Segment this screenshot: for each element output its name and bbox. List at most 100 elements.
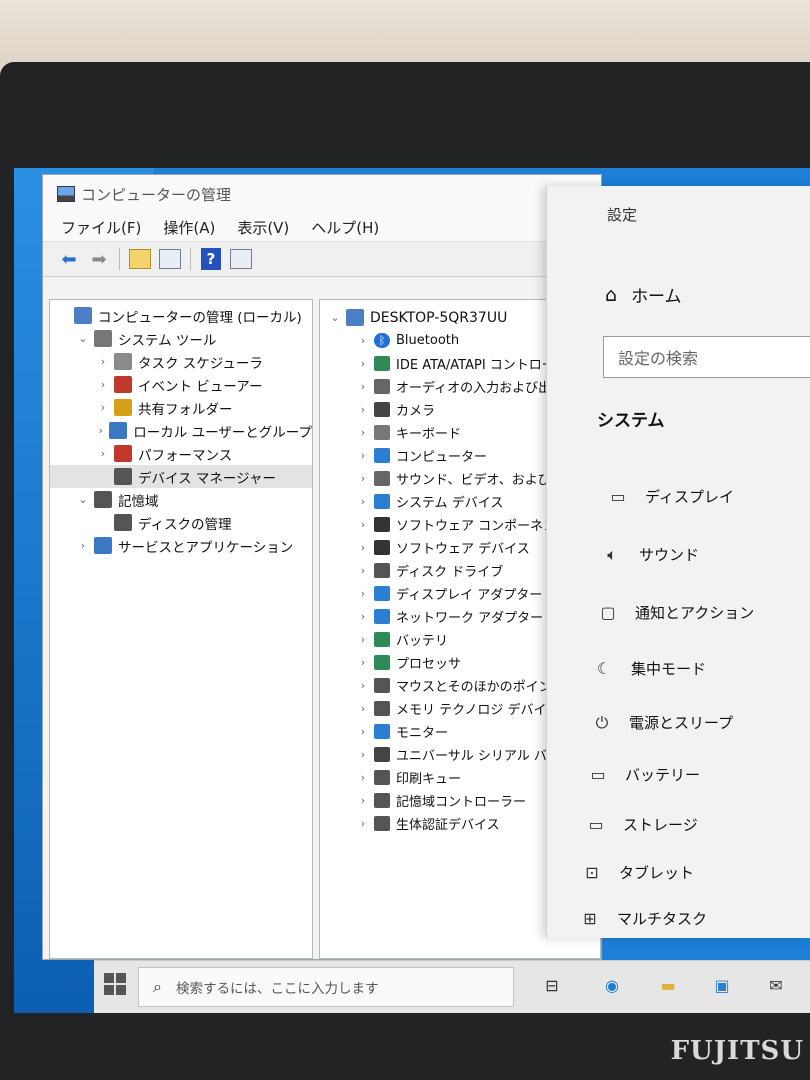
chevron-down-icon[interactable]: ⌄ bbox=[328, 311, 342, 324]
taskbar-search-input[interactable]: ⌕ 検索するには、ここに入力します bbox=[138, 967, 514, 1007]
users-icon bbox=[109, 422, 128, 439]
power-icon: ⏻ bbox=[595, 712, 609, 732]
chevron-right-icon[interactable]: › bbox=[356, 495, 370, 508]
settings-home-link[interactable]: ⌂ ホーム bbox=[605, 282, 682, 308]
menu-file[interactable]: ファイル(F) bbox=[61, 217, 141, 238]
chevron-right-icon[interactable]: › bbox=[356, 817, 370, 830]
chevron-right-icon[interactable]: › bbox=[96, 447, 110, 460]
chevron-right-icon[interactable]: › bbox=[96, 378, 110, 391]
storage-controller-icon bbox=[374, 793, 390, 808]
settings-nav-item[interactable]: 🔈︎ サウンド bbox=[599, 544, 699, 565]
up-folder-icon[interactable] bbox=[128, 247, 152, 271]
brand-logo: FUJITSU bbox=[670, 1036, 804, 1066]
chevron-right-icon[interactable]: › bbox=[356, 334, 370, 347]
device-category-label: 記憶域コントローラー bbox=[396, 795, 527, 810]
settings-window: 設定 ⌂ ホーム 設定の検索 システム ▭ ディスプレイ 🔈︎ サウンド ▢ 通知とアクシ… bbox=[546, 186, 810, 938]
toolbar: ⬅ ➡ ? bbox=[43, 241, 601, 277]
screen: M コンピューターの管理 ファイル(F) 操作(A) 表示(V) ヘルプ(H) … bbox=[14, 168, 810, 1013]
home-label: ホーム bbox=[631, 287, 682, 307]
chevron-right-icon[interactable]: › bbox=[356, 656, 370, 669]
task-view-icon[interactable]: ⊟ bbox=[540, 973, 564, 997]
back-arrow-icon[interactable]: ⬅ bbox=[57, 247, 81, 271]
tree-item[interactable]: ⌄ 記憶域 bbox=[50, 488, 312, 511]
tree-item[interactable]: › 共有フォルダー bbox=[50, 396, 312, 419]
tree-item[interactable]: コンピューターの管理 (ローカル) bbox=[50, 304, 312, 327]
tree-item[interactable]: › ローカル ユーザーとグループ bbox=[50, 419, 312, 442]
chevron-right-icon[interactable]: › bbox=[356, 725, 370, 738]
help-icon[interactable]: ? bbox=[199, 247, 223, 271]
settings-nav-item[interactable]: ▭ ディスプレイ bbox=[605, 486, 734, 507]
settings-nav-item[interactable]: ⊞ マルチタスク bbox=[577, 908, 707, 929]
settings-nav-item[interactable]: ⏻ 電源とスリープ bbox=[589, 712, 733, 733]
tree-item-label: ディスクの管理 bbox=[138, 516, 232, 533]
chevron-right-icon[interactable]: › bbox=[356, 449, 370, 462]
chevron-right-icon[interactable]: › bbox=[356, 357, 370, 370]
search-icon: ⌕ bbox=[153, 977, 162, 996]
chevron-right-icon[interactable]: › bbox=[356, 794, 370, 807]
performance-icon bbox=[114, 445, 132, 462]
tablet-icon: ⊡ bbox=[585, 863, 599, 882]
chevron-down-icon[interactable]: ⌄ bbox=[76, 493, 90, 506]
chevron-right-icon[interactable]: › bbox=[356, 472, 370, 485]
settings-nav-item[interactable]: ☾ 集中モード bbox=[591, 658, 706, 679]
device-category-label: Bluetooth bbox=[396, 333, 460, 348]
content-panes: コンピューターの管理 (ローカル) ⌄ システム ツール › タスク スケジューラ › イベ… bbox=[43, 279, 601, 959]
chevron-right-icon[interactable]: › bbox=[356, 518, 370, 531]
computer-management-icon bbox=[74, 307, 92, 324]
forward-arrow-icon[interactable]: ➡ bbox=[87, 247, 111, 271]
storage-icon bbox=[94, 491, 112, 508]
menu-view[interactable]: 表示(V) bbox=[237, 217, 289, 238]
chevron-right-icon[interactable]: › bbox=[356, 679, 370, 692]
settings-nav-item[interactable]: ▢ 通知とアクション bbox=[595, 602, 754, 623]
file-explorer-icon[interactable]: ▬ bbox=[656, 973, 680, 997]
settings-nav-label: 集中モード bbox=[631, 660, 707, 678]
tree-item[interactable]: › タスク スケジューラ bbox=[50, 350, 312, 373]
menu-action[interactable]: 操作(A) bbox=[163, 217, 215, 238]
usb-icon bbox=[374, 747, 390, 762]
shared-folder-icon bbox=[114, 399, 132, 416]
store-icon[interactable]: ▣ bbox=[710, 973, 734, 997]
notification-icon: ▢ bbox=[600, 603, 616, 622]
action-pane-icon[interactable] bbox=[229, 247, 253, 271]
tree-item[interactable]: ディスクの管理 bbox=[50, 511, 312, 534]
chevron-right-icon[interactable]: › bbox=[96, 401, 110, 414]
chevron-right-icon[interactable]: › bbox=[356, 380, 370, 393]
chevron-right-icon[interactable]: › bbox=[356, 771, 370, 784]
chevron-right-icon[interactable]: › bbox=[356, 610, 370, 623]
chevron-right-icon[interactable]: › bbox=[356, 748, 370, 761]
device-category-label: コンピューター bbox=[396, 450, 488, 465]
keyboard-icon bbox=[374, 425, 390, 440]
chevron-right-icon[interactable]: › bbox=[356, 403, 370, 416]
tree-item[interactable]: › サービスとアプリケーション bbox=[50, 534, 312, 557]
settings-nav-item[interactable]: ▭ バッテリー bbox=[585, 764, 700, 785]
window-titlebar[interactable]: コンピューターの管理 bbox=[43, 175, 601, 213]
settings-nav-item[interactable]: ⊡ タブレット bbox=[579, 862, 694, 883]
chevron-right-icon[interactable]: › bbox=[96, 355, 110, 368]
biometric-icon bbox=[374, 816, 390, 831]
chevron-right-icon[interactable]: › bbox=[356, 702, 370, 715]
display-adapter-icon bbox=[374, 586, 390, 601]
show-hide-tree-icon[interactable] bbox=[158, 247, 182, 271]
tree-item-label: 共有フォルダー bbox=[138, 401, 233, 418]
chevron-right-icon[interactable]: › bbox=[356, 426, 370, 439]
windows-start-icon[interactable] bbox=[104, 973, 126, 995]
chevron-right-icon[interactable]: › bbox=[76, 539, 90, 552]
computer-icon bbox=[346, 309, 364, 326]
chevron-right-icon[interactable]: › bbox=[356, 541, 370, 554]
tree-item[interactable]: › イベント ビューアー bbox=[50, 373, 312, 396]
device-category-label: 印刷キュー bbox=[396, 772, 462, 787]
chevron-right-icon[interactable]: › bbox=[96, 424, 105, 437]
chevron-right-icon[interactable]: › bbox=[356, 633, 370, 646]
chevron-down-icon[interactable]: ⌄ bbox=[76, 332, 90, 345]
tree-item[interactable]: デバイス マネージャー bbox=[50, 465, 312, 488]
tree-item[interactable]: ⌄ システム ツール bbox=[50, 327, 312, 350]
tree-item[interactable]: › パフォーマンス bbox=[50, 442, 312, 465]
chevron-right-icon[interactable]: › bbox=[356, 587, 370, 600]
mail-icon[interactable]: ✉ bbox=[764, 973, 788, 997]
menu-help[interactable]: ヘルプ(H) bbox=[311, 217, 379, 238]
settings-nav-label: タブレット bbox=[619, 864, 695, 882]
settings-nav-item[interactable]: ▭ ストレージ bbox=[583, 814, 697, 835]
edge-icon[interactable]: ◉ bbox=[600, 973, 624, 997]
chevron-right-icon[interactable]: › bbox=[356, 564, 370, 577]
settings-search-input[interactable]: 設定の検索 bbox=[603, 336, 810, 378]
